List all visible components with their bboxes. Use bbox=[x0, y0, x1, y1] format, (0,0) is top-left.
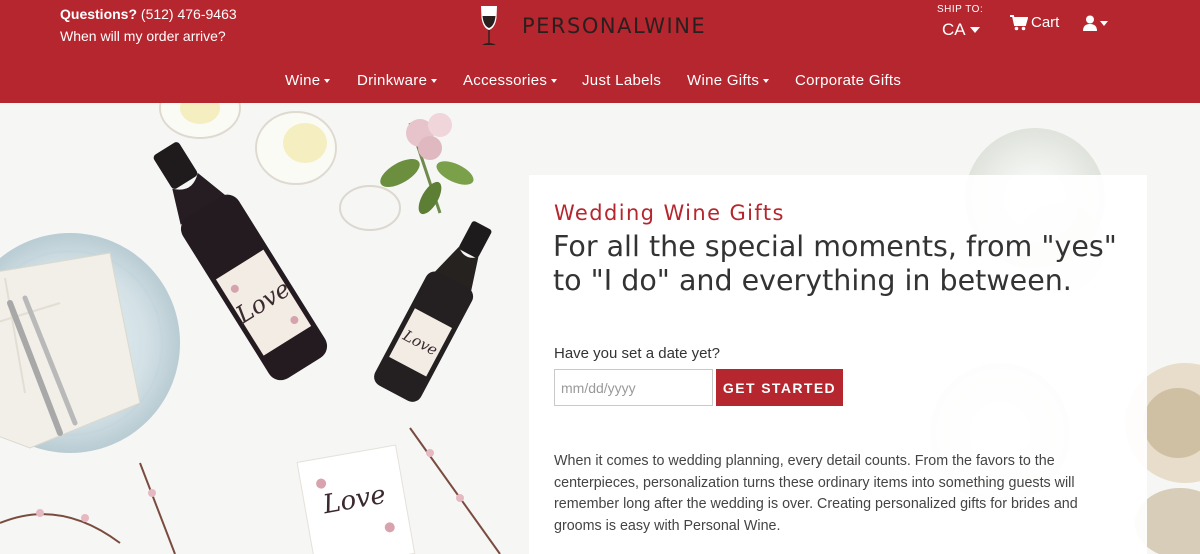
chevron-down-icon bbox=[1100, 20, 1108, 26]
main-nav: Wine Drinkware Accessories Just Labels W… bbox=[0, 70, 1200, 92]
chevron-down-icon bbox=[551, 79, 558, 83]
wedding-date-input[interactable] bbox=[554, 369, 713, 406]
order-arrival-link[interactable]: When will my order arrive? bbox=[60, 27, 237, 45]
hero-section: Love Love Love Wedding Wine Gifts For al… bbox=[0, 103, 1200, 554]
hero-eyebrow: Wedding Wine Gifts bbox=[554, 201, 785, 225]
wine-glass-logo-icon bbox=[481, 6, 497, 45]
hero-card: Wedding Wine Gifts For all the special m… bbox=[529, 175, 1147, 554]
account-menu[interactable] bbox=[1083, 15, 1108, 31]
hero-headline: For all the special moments, from "yes" … bbox=[553, 230, 1117, 297]
nav-item-wine[interactable]: Wine bbox=[285, 70, 331, 92]
nav-item-corporate-gifts[interactable]: Corporate Gifts bbox=[795, 70, 901, 92]
nav-item-wine-gifts[interactable]: Wine Gifts bbox=[687, 70, 770, 92]
cart-label: Cart bbox=[1031, 14, 1060, 31]
nav-item-drinkware[interactable]: Drinkware bbox=[357, 70, 438, 92]
site-logo[interactable]: PERSONALWINE bbox=[478, 4, 706, 48]
chevron-down-icon bbox=[763, 79, 770, 83]
logo-wordmark: PERSONALWINE bbox=[522, 4, 706, 48]
nav-item-just-labels[interactable]: Just Labels bbox=[582, 70, 661, 92]
nav-item-label: Drinkware bbox=[357, 72, 428, 89]
nav-item-label: Corporate Gifts bbox=[795, 72, 902, 89]
cart-icon bbox=[1010, 14, 1028, 30]
chevron-down-icon bbox=[969, 27, 980, 33]
nav-item-label: Accessories bbox=[463, 72, 548, 89]
questions-label: Questions? bbox=[60, 6, 138, 22]
nav-item-label: Just Labels bbox=[582, 72, 662, 89]
phone-number[interactable]: (512) 476-9463 bbox=[141, 6, 237, 22]
user-icon bbox=[1083, 15, 1097, 31]
chevron-down-icon bbox=[431, 79, 438, 83]
love-card-decoration: Love bbox=[296, 444, 416, 554]
get-started-button[interactable]: GET STARTED bbox=[716, 369, 843, 406]
logo-wordmark-wine: WINE bbox=[644, 14, 707, 38]
ship-to-state: CA bbox=[942, 20, 966, 39]
logo-wordmark-personal: PERSONAL bbox=[522, 14, 645, 38]
hero-body-text: When it comes to wedding planning, every… bbox=[554, 453, 1078, 534]
ship-to-selector[interactable]: SHIP TO: CA bbox=[937, 4, 987, 41]
contact-info: Questions? (512) 476-9463 When will my o… bbox=[60, 5, 237, 45]
date-question-label: Have you set a date yet? bbox=[554, 345, 720, 362]
cart-link[interactable]: Cart bbox=[1010, 14, 1059, 31]
nav-item-label: Wine bbox=[285, 72, 321, 89]
nav-item-accessories[interactable]: Accessories bbox=[463, 70, 558, 92]
chevron-down-icon bbox=[324, 79, 331, 83]
site-header: Questions? (512) 476-9463 When will my o… bbox=[0, 0, 1200, 103]
ship-to-label: SHIP TO: bbox=[937, 4, 984, 15]
nav-item-label: Wine Gifts bbox=[687, 72, 760, 89]
phone-line[interactable]: Questions? (512) 476-9463 bbox=[60, 5, 237, 23]
ship-to-state-dropdown[interactable]: CA bbox=[937, 19, 987, 41]
